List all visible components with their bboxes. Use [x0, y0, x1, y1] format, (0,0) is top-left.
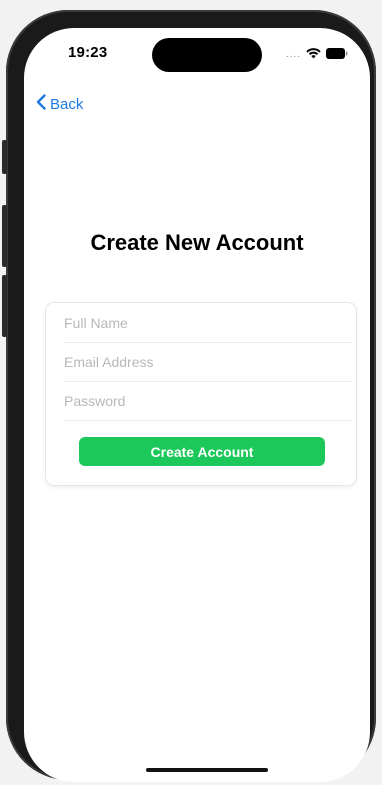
- full-name-input[interactable]: [64, 304, 352, 343]
- phone-action-button: [2, 140, 7, 174]
- page-title: Create New Account: [90, 230, 304, 255]
- email-input[interactable]: [64, 343, 352, 382]
- wifi-icon: [306, 46, 321, 64]
- phone-screen: 19:23 .... Back Create New Account Full …: [24, 28, 370, 782]
- battery-icon: [326, 46, 348, 64]
- password-input[interactable]: [64, 382, 352, 421]
- dynamic-island: [152, 38, 262, 72]
- status-icons: ....: [286, 46, 348, 64]
- signup-form-card: Create Account: [46, 303, 356, 485]
- home-indicator[interactable]: [146, 768, 268, 772]
- back-button[interactable]: Back: [36, 94, 83, 114]
- stage: 19:23 .... Back Create New Account Full …: [0, 0, 382, 785]
- phone-volume-down-button: [2, 275, 7, 337]
- phone-volume-up-button: [2, 205, 7, 267]
- back-label: Back: [50, 95, 84, 113]
- chevron-left-icon: [36, 94, 46, 114]
- signal-dots: ....: [285, 49, 301, 60]
- create-account-button[interactable]: Create Account: [79, 437, 325, 466]
- phone-frame: 19:23 .... Back Create New Account Full …: [2, 10, 376, 782]
- status-time: 19:23: [68, 44, 108, 61]
